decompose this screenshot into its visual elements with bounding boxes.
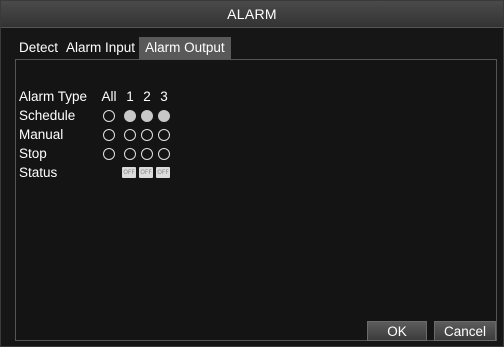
- schedule-ch3-radio[interactable]: [158, 110, 170, 122]
- stop-ch2-radio[interactable]: [141, 148, 153, 160]
- manual-row: Manual: [19, 127, 199, 145]
- status-ch1-indicator: OFF: [122, 167, 136, 178]
- tab-alarm-input[interactable]: Alarm Input: [62, 37, 139, 59]
- status-ch2-indicator: OFF: [139, 167, 153, 178]
- schedule-ch2-radio[interactable]: [141, 110, 153, 122]
- manual-ch1-radio[interactable]: [124, 129, 136, 141]
- stop-all-radio[interactable]: [103, 148, 115, 160]
- tab-alarm-output[interactable]: Alarm Output: [139, 37, 231, 59]
- stop-ch1-radio[interactable]: [124, 148, 136, 160]
- status-label: Status: [19, 165, 58, 180]
- alarm-type-label: Alarm Type: [19, 89, 88, 104]
- header-row: Alarm Type All 1 2 3: [19, 89, 199, 107]
- title-bar: ALARM: [1, 1, 503, 28]
- tab-detect[interactable]: Detect: [15, 37, 62, 59]
- stop-ch3-radio[interactable]: [158, 148, 170, 160]
- column-2-label: 2: [143, 89, 151, 104]
- column-1-label: 1: [126, 89, 134, 104]
- manual-ch2-radio[interactable]: [141, 129, 153, 141]
- stop-row: Stop: [19, 146, 199, 164]
- manual-all-radio[interactable]: [103, 129, 115, 141]
- status-ch3-indicator: OFF: [156, 167, 170, 178]
- alarm-dialog: ALARM Detect Alarm Input Alarm Output Al…: [0, 0, 504, 347]
- cancel-button[interactable]: Cancel: [434, 321, 496, 341]
- window-title: ALARM: [227, 6, 277, 22]
- manual-label: Manual: [19, 127, 64, 142]
- stop-label: Stop: [19, 146, 47, 161]
- status-row: Status OFF OFF OFF: [19, 165, 199, 183]
- manual-ch3-radio[interactable]: [158, 129, 170, 141]
- schedule-row: Schedule: [19, 108, 199, 126]
- column-3-label: 3: [160, 89, 168, 104]
- ok-button[interactable]: OK: [367, 321, 427, 341]
- schedule-label: Schedule: [19, 108, 76, 123]
- schedule-all-radio[interactable]: [103, 110, 115, 122]
- column-all-label: All: [101, 89, 117, 104]
- schedule-ch1-radio[interactable]: [124, 110, 136, 122]
- tab-bar: Detect Alarm Input Alarm Output: [15, 37, 231, 59]
